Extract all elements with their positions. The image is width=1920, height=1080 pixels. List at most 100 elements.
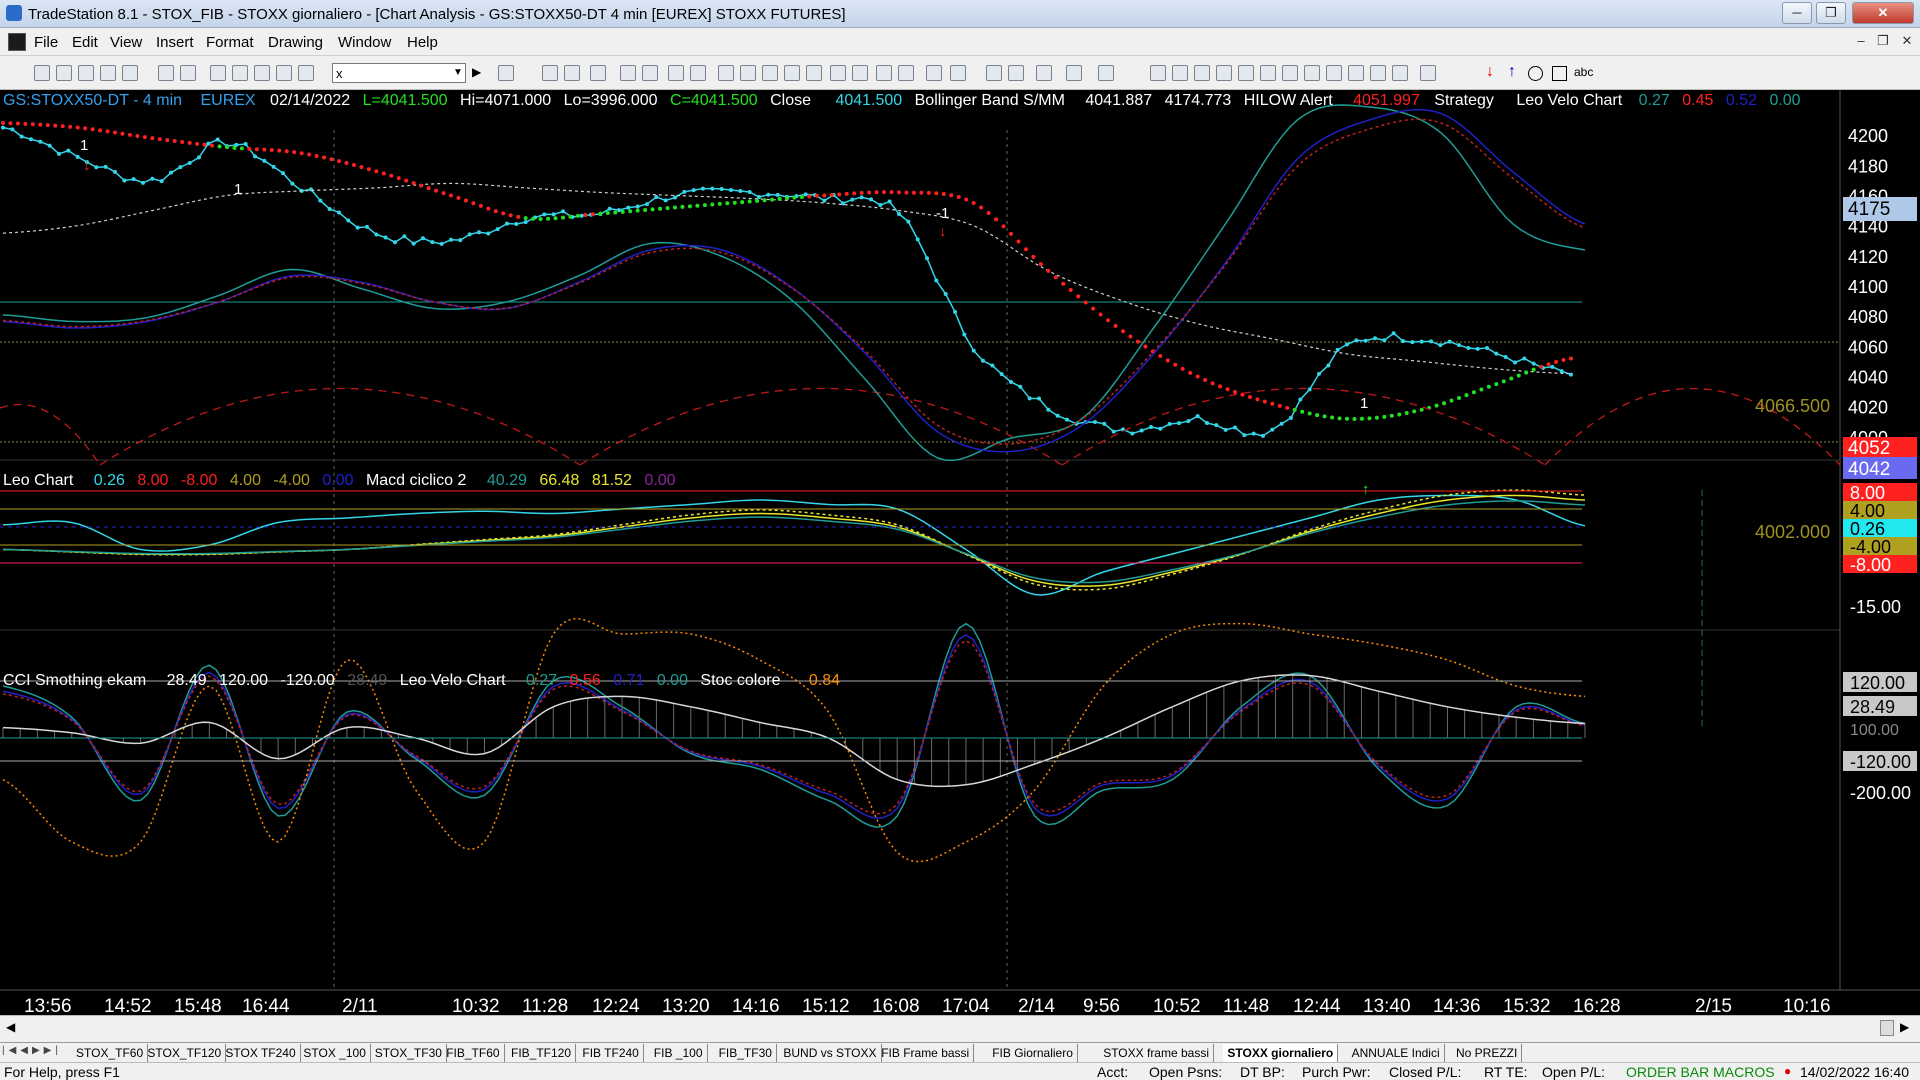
tab-fib-frame-bassi[interactable]: FIB Frame bassi bbox=[877, 1044, 975, 1062]
tab-fib-giornaliero[interactable]: FIB Giornaliero bbox=[988, 1044, 1078, 1062]
zoom-out-icon[interactable] bbox=[898, 65, 914, 81]
save-icon[interactable] bbox=[78, 65, 94, 81]
tab-fib-100[interactable]: FIB _100 bbox=[650, 1044, 708, 1062]
hilow-dot bbox=[172, 139, 177, 144]
menu-help[interactable]: Help bbox=[407, 34, 438, 51]
tab-fib-tf120[interactable]: FIB_TF120 bbox=[507, 1044, 577, 1062]
list-icon[interactable] bbox=[276, 65, 292, 81]
arrow-up-icon[interactable]: ↑ bbox=[1508, 63, 1516, 81]
compress-icon[interactable] bbox=[852, 65, 868, 81]
lock-icon[interactable] bbox=[254, 65, 270, 81]
print-icon[interactable] bbox=[158, 65, 174, 81]
menu-view[interactable]: View bbox=[110, 34, 142, 51]
speed-lines-icon[interactable] bbox=[1238, 65, 1254, 81]
mdi-restore-button[interactable]: ❐ bbox=[1874, 33, 1892, 51]
tab-fib-tf240[interactable]: FIB TF240 bbox=[578, 1044, 644, 1062]
menu-drawing[interactable]: Drawing bbox=[268, 34, 323, 51]
tab-fib-tf30[interactable]: FIB_TF30 bbox=[715, 1044, 777, 1062]
zoom-in-icon[interactable] bbox=[876, 65, 892, 81]
open-icon[interactable] bbox=[56, 65, 72, 81]
bars-icon[interactable] bbox=[718, 65, 734, 81]
time-axis[interactable]: 13:56 14:52 15:48 16:44 2/11 10:32 11:28 12:24 1… bbox=[24, 996, 1831, 1015]
pencil-icon[interactable] bbox=[1392, 65, 1408, 81]
menu-format[interactable]: Format bbox=[206, 34, 254, 51]
fib-retracement-icon[interactable] bbox=[1216, 65, 1232, 81]
menu-edit[interactable]: Edit bbox=[72, 34, 98, 51]
globe-icon[interactable] bbox=[298, 65, 314, 81]
tab-stoxx-giornaliero[interactable]: STOXX giornaliero bbox=[1223, 1044, 1339, 1062]
tools-icon[interactable] bbox=[1036, 65, 1052, 81]
scroll-right-icon[interactable]: ▶ bbox=[1900, 1020, 1909, 1034]
format-icon[interactable] bbox=[668, 65, 684, 81]
kagi-icon[interactable] bbox=[806, 65, 822, 81]
ray-icon[interactable] bbox=[1326, 65, 1342, 81]
new-icon[interactable] bbox=[34, 65, 50, 81]
tab-nav-arrows-icon[interactable]: |◀◀▶▶| bbox=[2, 1045, 62, 1056]
line-chart-icon[interactable] bbox=[762, 65, 778, 81]
symbol-dropdown-arrow-icon[interactable]: ▼ bbox=[450, 64, 466, 82]
status-macros[interactable]: ORDER BAR MACROS bbox=[1626, 1064, 1775, 1080]
mdi-close-button[interactable]: ✕ bbox=[1898, 33, 1916, 51]
gann-fan-icon[interactable] bbox=[1260, 65, 1276, 81]
regression-icon[interactable] bbox=[1304, 65, 1320, 81]
price-axis[interactable]: 4200418041604140412041004080406040404020… bbox=[1848, 126, 1888, 448]
minimize-button[interactable]: ─ bbox=[1782, 2, 1812, 24]
arc-icon[interactable] bbox=[1370, 65, 1386, 81]
lock-chart-icon[interactable] bbox=[1098, 65, 1114, 81]
tab-stox-100[interactable]: STOX _100 bbox=[299, 1044, 371, 1062]
tab-bund-vs-stoxx[interactable]: BUND vs STOXX bbox=[779, 1044, 882, 1062]
magnify-icon[interactable] bbox=[950, 65, 966, 81]
scroll-thumb[interactable] bbox=[1880, 1020, 1894, 1036]
symbol-input[interactable] bbox=[332, 63, 466, 83]
search-icon[interactable] bbox=[498, 65, 514, 81]
horizontal-scrollbar[interactable]: ◀ ▶ bbox=[0, 1015, 1920, 1042]
strategy-icon[interactable] bbox=[642, 65, 658, 81]
bar-scale-icon[interactable] bbox=[830, 65, 846, 81]
circle-icon[interactable] bbox=[1528, 66, 1543, 81]
mdi-minimize-button[interactable]: – bbox=[1852, 33, 1870, 51]
pnf-icon[interactable] bbox=[784, 65, 800, 81]
tab-stox-tf60[interactable]: STOX_TF60 bbox=[72, 1044, 149, 1062]
window-layout-icon[interactable] bbox=[690, 65, 706, 81]
andrews-pitchfork-icon[interactable] bbox=[1282, 65, 1298, 81]
text-icon[interactable]: abc bbox=[1574, 65, 1593, 79]
tab-stox-tf240[interactable]: STOX TF240 bbox=[221, 1044, 301, 1062]
vertical-lines-icon[interactable] bbox=[1172, 65, 1188, 81]
close-price-point bbox=[439, 241, 444, 246]
print-preview-icon[interactable] bbox=[180, 65, 196, 81]
scroll-left-icon[interactable]: ◀ bbox=[6, 1020, 15, 1034]
chart-canvas[interactable]: GS:STOXX50-DT - 4 min EUREX 02/14/2022 L… bbox=[0, 90, 1920, 1015]
indicator-icon[interactable] bbox=[620, 65, 636, 81]
zoom-icon[interactable] bbox=[926, 65, 942, 81]
tab-stox-tf30[interactable]: STOX_TF30 bbox=[371, 1044, 447, 1062]
paste-icon[interactable] bbox=[122, 65, 138, 81]
menu-insert[interactable]: Insert bbox=[156, 34, 194, 51]
tab-stox-tf120[interactable]: STOX_TF120 bbox=[143, 1044, 227, 1062]
horizontal-lines-icon[interactable] bbox=[1194, 65, 1210, 81]
cursor-icon[interactable] bbox=[986, 65, 1002, 81]
radar-icon[interactable] bbox=[564, 65, 580, 81]
window-icon[interactable] bbox=[210, 65, 226, 81]
rect-icon[interactable] bbox=[1552, 66, 1567, 81]
chart-icon[interactable] bbox=[542, 65, 558, 81]
close-button[interactable]: ✕ bbox=[1852, 2, 1914, 24]
tab-no-prezzi[interactable]: No PREZZI bbox=[1452, 1044, 1523, 1062]
copy-icon[interactable] bbox=[100, 65, 116, 81]
channel-icon[interactable] bbox=[1348, 65, 1364, 81]
trendline-icon[interactable] bbox=[1150, 65, 1166, 81]
tab-annuale-indici[interactable]: ANNUALE Indici bbox=[1348, 1044, 1445, 1062]
go-arrow-icon[interactable]: ▶ bbox=[472, 65, 481, 79]
alert-icon[interactable] bbox=[1066, 65, 1082, 81]
candles-icon[interactable] bbox=[740, 65, 756, 81]
menu-file[interactable]: File bbox=[34, 34, 58, 51]
maximize-button[interactable]: ❐ bbox=[1816, 2, 1846, 24]
arrow-down-icon[interactable]: ↓ bbox=[1486, 63, 1494, 81]
data-window-icon[interactable] bbox=[1008, 65, 1024, 81]
menu-window[interactable]: Window bbox=[338, 34, 391, 51]
matrix-icon[interactable] bbox=[590, 65, 606, 81]
tab-stoxx-frame-bassi[interactable]: STOXX frame bassi bbox=[1099, 1044, 1215, 1062]
curve-icon[interactable] bbox=[1420, 65, 1436, 81]
tab-fib-tf60[interactable]: FIB_TF60 bbox=[442, 1044, 505, 1062]
hilow-dot bbox=[15, 121, 20, 126]
grid-icon[interactable] bbox=[232, 65, 248, 81]
